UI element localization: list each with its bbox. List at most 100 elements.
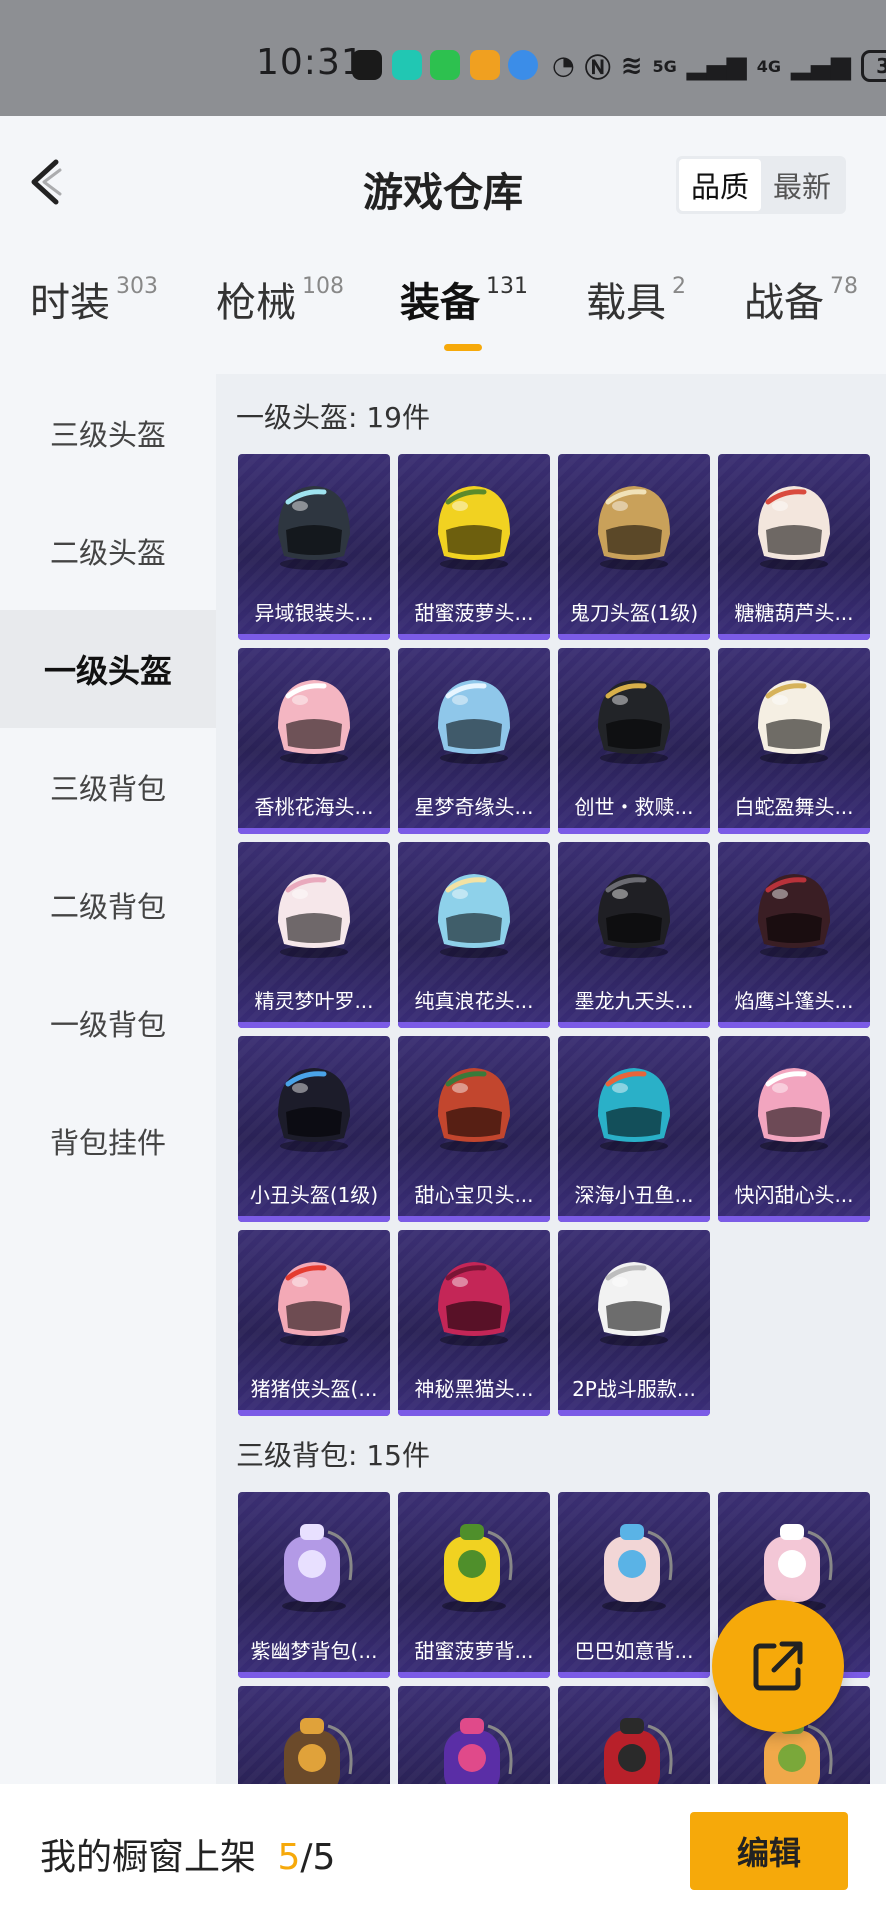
- category-tabs: 时装 303 枪械 108 装备 131 载具 2 战备 78: [0, 270, 886, 360]
- tab-supplies[interactable]: 战备 78: [744, 270, 858, 328]
- item-card[interactable]: 紫幽梦背包(...: [238, 1492, 390, 1678]
- sidebar-item-helmet-lv3[interactable]: 三级头盔: [0, 374, 216, 492]
- battery-icon: 39: [861, 50, 886, 82]
- item-name: 小丑头盔(1级): [238, 1172, 390, 1214]
- helmet-icon: [438, 486, 510, 570]
- tab-vehicles[interactable]: 载具 2: [586, 270, 686, 328]
- item-card[interactable]: 小丑头盔(1级): [238, 1036, 390, 1222]
- tab-count: 303: [116, 274, 158, 299]
- sidebar-item-backpack-lv1[interactable]: 一级背包: [0, 964, 216, 1082]
- item-card[interactable]: 白蛇盈舞头...: [718, 648, 870, 834]
- section-title: 三级背包: 15件: [236, 1439, 430, 1472]
- quality-bar: [558, 828, 710, 834]
- status-bar: 10:31 ◔ Ⓝ ≋ 5G ▂▄▆ 4G ▂▄▆ 39: [0, 0, 886, 116]
- item-card[interactable]: 鬼刀头盔(1级): [558, 454, 710, 640]
- quality-bar: [238, 1672, 390, 1678]
- item-card[interactable]: 焰鹰斗篷头...: [718, 842, 870, 1028]
- tab-weapons[interactable]: 枪械 108: [216, 270, 344, 328]
- sidebar-item-backpack-charm[interactable]: 背包挂件: [0, 1082, 216, 1200]
- browser-icon: [508, 50, 538, 80]
- item-card[interactable]: 神秘黑猫头...: [398, 1230, 550, 1416]
- item-card[interactable]: 精灵梦叶罗...: [238, 842, 390, 1028]
- item-card[interactable]: 2P战斗服款...: [558, 1230, 710, 1416]
- quality-bar: [718, 1216, 870, 1222]
- item-card[interactable]: 创世・救赎...: [558, 648, 710, 834]
- item-card[interactable]: 甜蜜菠萝背...: [398, 1492, 550, 1678]
- qq-icon: [352, 50, 382, 80]
- quality-bar: [238, 828, 390, 834]
- item-card[interactable]: 巴巴如意背...: [558, 1492, 710, 1678]
- item-card[interactable]: [238, 1686, 390, 1784]
- signal-4g-icon: ▂▄▆: [791, 51, 852, 81]
- helmet-icon: [278, 1262, 350, 1346]
- item-name: 甜蜜菠萝头...: [398, 590, 550, 632]
- sort-quality-button[interactable]: 品质: [679, 159, 761, 211]
- subcategory-sidebar: 三级头盔 二级头盔 一级头盔 三级背包 二级背包 一级背包 背包挂件: [0, 374, 216, 1784]
- backpack-icon: [604, 1718, 673, 1784]
- item-name: 鬼刀头盔(1级): [558, 590, 710, 632]
- item-card[interactable]: 猪猪侠头盔(...: [238, 1230, 390, 1416]
- quality-bar: [398, 634, 550, 640]
- quality-bar: [558, 1672, 710, 1678]
- backpack-icon: [602, 1524, 673, 1612]
- signal-4g-label: 4G: [756, 56, 782, 76]
- sidebar-item-helmet-lv2[interactable]: 二级头盔: [0, 492, 216, 610]
- item-card[interactable]: 快闪甜心头...: [718, 1036, 870, 1222]
- item-card[interactable]: 糖糖葫芦头...: [718, 454, 870, 640]
- helmet-icon: [438, 1262, 510, 1346]
- sidebar-item-helmet-lv1[interactable]: 一级头盔: [0, 610, 216, 728]
- sidebar-item-backpack-lv2[interactable]: 二级背包: [0, 846, 216, 964]
- item-card[interactable]: 甜蜜菠萝头...: [398, 454, 550, 640]
- item-card[interactable]: 纯真浪花头...: [398, 842, 550, 1028]
- item-card[interactable]: 甜心宝贝头...: [398, 1036, 550, 1222]
- item-card[interactable]: 香桃花海头...: [238, 648, 390, 834]
- helmet-icon: [758, 680, 830, 764]
- tab-label: 时装: [30, 280, 110, 326]
- item-grid: 一级头盔: 19件 三级背包: 15件 异域银装头... 甜蜜菠萝头... 鬼刀头盔…: [216, 374, 886, 1784]
- item-card[interactable]: 星梦奇缘头...: [398, 648, 550, 834]
- status-time: 10:31: [256, 42, 365, 83]
- helmet-icon: [758, 874, 830, 958]
- shield-app-icon: [392, 50, 422, 80]
- quality-bar: [558, 1022, 710, 1028]
- item-name: 星梦奇缘头...: [398, 784, 550, 826]
- item-card[interactable]: [398, 1686, 550, 1784]
- tab-label: 战备: [744, 280, 824, 326]
- quality-bar: [238, 1410, 390, 1416]
- battery-level: 39: [876, 54, 886, 78]
- helmet-icon: [598, 1262, 670, 1346]
- item-name: 香桃花海头...: [238, 784, 390, 826]
- quality-bar: [398, 1216, 550, 1222]
- game-app-icon: [470, 50, 500, 80]
- edit-button[interactable]: 编辑: [690, 1812, 848, 1890]
- sidebar-item-backpack-lv3[interactable]: 三级背包: [0, 728, 216, 846]
- item-name: 紫幽梦背包(...: [238, 1628, 390, 1670]
- quality-bar: [238, 1022, 390, 1028]
- item-name: 墨龙九天头...: [558, 978, 710, 1020]
- speed-icon: ◔: [552, 51, 575, 81]
- share-button[interactable]: [712, 1600, 844, 1732]
- wechat-icon: [430, 50, 460, 80]
- helmet-icon: [598, 486, 670, 570]
- quality-bar: [718, 1022, 870, 1028]
- item-card[interactable]: 墨龙九天头...: [558, 842, 710, 1028]
- sort-newest-button[interactable]: 最新: [761, 159, 843, 211]
- tab-count: 131: [486, 274, 528, 299]
- tab-fashion[interactable]: 时装 303: [30, 270, 158, 328]
- bottom-bar: 我的橱窗上架 5/5 编辑: [0, 1784, 886, 1920]
- quality-bar: [558, 1216, 710, 1222]
- sort-toggle: 品质 最新: [676, 156, 846, 214]
- item-card[interactable]: [558, 1686, 710, 1784]
- item-card[interactable]: 深海小丑鱼...: [558, 1036, 710, 1222]
- helmet-icon: [438, 1068, 510, 1152]
- item-card[interactable]: 异域银装头...: [238, 454, 390, 640]
- quality-bar: [718, 634, 870, 640]
- quality-bar: [718, 828, 870, 834]
- backpack-icon: [284, 1718, 353, 1784]
- section-title: 一级头盔: 19件: [236, 401, 430, 434]
- tab-label: 载具: [586, 280, 666, 326]
- showcase-status: 我的橱窗上架 5/5: [40, 1828, 335, 1880]
- tab-equipment[interactable]: 装备 131: [400, 270, 528, 328]
- item-name: 甜心宝贝头...: [398, 1172, 550, 1214]
- status-indicators: ◔ Ⓝ ≋ 5G ▂▄▆ 4G ▂▄▆ 39: [552, 46, 886, 86]
